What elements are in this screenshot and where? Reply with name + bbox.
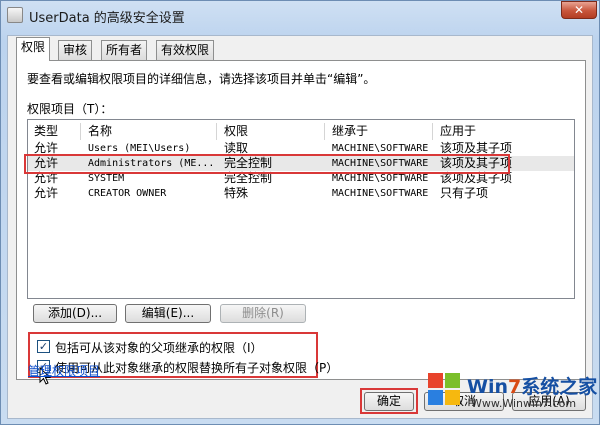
permission-entries-list[interactable]: 类型 名称 权限 继承于 应用于 允许 Users (MEI\Users) 读取…: [24, 119, 575, 299]
ok-button[interactable]: 确定: [364, 392, 414, 411]
row-inherited-from: MACHINE\SOFTWARE: [332, 188, 429, 199]
window-icon: [7, 7, 23, 23]
row-applies-to: 该项及其子项: [440, 156, 513, 170]
column-header-applies-to[interactable]: 应用于: [440, 123, 476, 140]
column-header-permission[interactable]: 权限: [224, 123, 248, 140]
title-bar[interactable]: UserData 的高级安全设置 ✕: [1, 1, 599, 29]
windows-logo-icon: [428, 373, 460, 405]
add-button[interactable]: 添加(D)...: [33, 304, 117, 323]
inherit-parent-permissions-label: 包括可从该对象的父项继承的权限（I）: [55, 341, 263, 355]
table-row[interactable]: 允许 SYSTEM 完全控制 MACHINE\SOFTWARE 该项及其子项: [28, 171, 574, 186]
close-button[interactable]: ✕: [561, 1, 597, 19]
row-applies-to: 只有子项: [440, 186, 489, 200]
row-name: SYSTEM: [88, 173, 125, 184]
row-inherited-from: MACHINE\SOFTWARE: [332, 158, 429, 169]
window-title: UserData 的高级安全设置: [29, 11, 185, 26]
row-type: 允许: [34, 171, 59, 185]
tab-effective-permissions[interactable]: 有效权限: [156, 40, 215, 60]
column-header-type[interactable]: 类型: [34, 123, 58, 140]
row-inherited-from: MACHINE\SOFTWARE: [332, 143, 429, 154]
row-inherited-from: MACHINE\SOFTWARE: [332, 173, 429, 184]
column-header-name[interactable]: 名称: [88, 123, 112, 140]
tab-auditing[interactable]: 审核: [58, 40, 93, 60]
security-dialog-window: UserData 的高级安全设置 ✕ 权限 审核 所有者 有效权限 要查看或编辑…: [0, 0, 600, 425]
table-row[interactable]: 允许 Administrators (ME... 完全控制 MACHINE\SO…: [28, 156, 574, 171]
permissions-panel: 要查看或编辑权限项目的详细信息，请选择该项目并单击“编辑”。 权限项目（T）： …: [16, 60, 586, 385]
panel-description: 要查看或编辑权限项目的详细信息，请选择该项目并单击“编辑”。: [27, 72, 376, 86]
row-name: CREATOR OWNER: [88, 188, 167, 199]
row-applies-to: 该项及其子项: [440, 171, 513, 185]
row-applies-to: 该项及其子项: [440, 141, 513, 155]
row-permission: 完全控制: [224, 156, 273, 170]
inherit-parent-permissions-checkbox[interactable]: ✓: [37, 340, 50, 353]
dialog-client-area: 权限 审核 所有者 有效权限 要查看或编辑权限项目的详细信息，请选择该项目并单击…: [7, 35, 593, 419]
row-name: Administrators (ME...: [88, 158, 215, 169]
row-name: Users (MEI\Users): [88, 143, 191, 154]
row-permission: 读取: [224, 141, 249, 155]
row-type: 允许: [34, 156, 59, 170]
watermark-brand: Win7系统之家: [467, 376, 598, 398]
column-header-inherited-from[interactable]: 继承于: [332, 123, 368, 140]
row-type: 允许: [34, 186, 59, 200]
manage-permission-entries-link[interactable]: 管理权限项目: [28, 362, 100, 379]
row-permission: 完全控制: [224, 171, 273, 185]
tab-permissions[interactable]: 权限: [16, 37, 51, 61]
table-row[interactable]: 允许 CREATOR OWNER 特殊 MACHINE\SOFTWARE 只有子…: [28, 186, 574, 201]
row-permission: 特殊: [224, 186, 249, 200]
table-row[interactable]: 允许 Users (MEI\Users) 读取 MACHINE\SOFTWARE…: [28, 141, 574, 156]
remove-button[interactable]: 删除(R): [220, 304, 306, 323]
watermark-url: Www.Winwin7.com: [471, 397, 577, 410]
tab-owner[interactable]: 所有者: [101, 40, 148, 60]
row-type: 允许: [34, 141, 59, 155]
edit-button[interactable]: 编辑(E)...: [125, 304, 211, 323]
permission-entries-label: 权限项目（T）：: [27, 102, 113, 116]
watermark-logo: Win7系统之家 Www.Winwin7.com: [425, 370, 597, 414]
